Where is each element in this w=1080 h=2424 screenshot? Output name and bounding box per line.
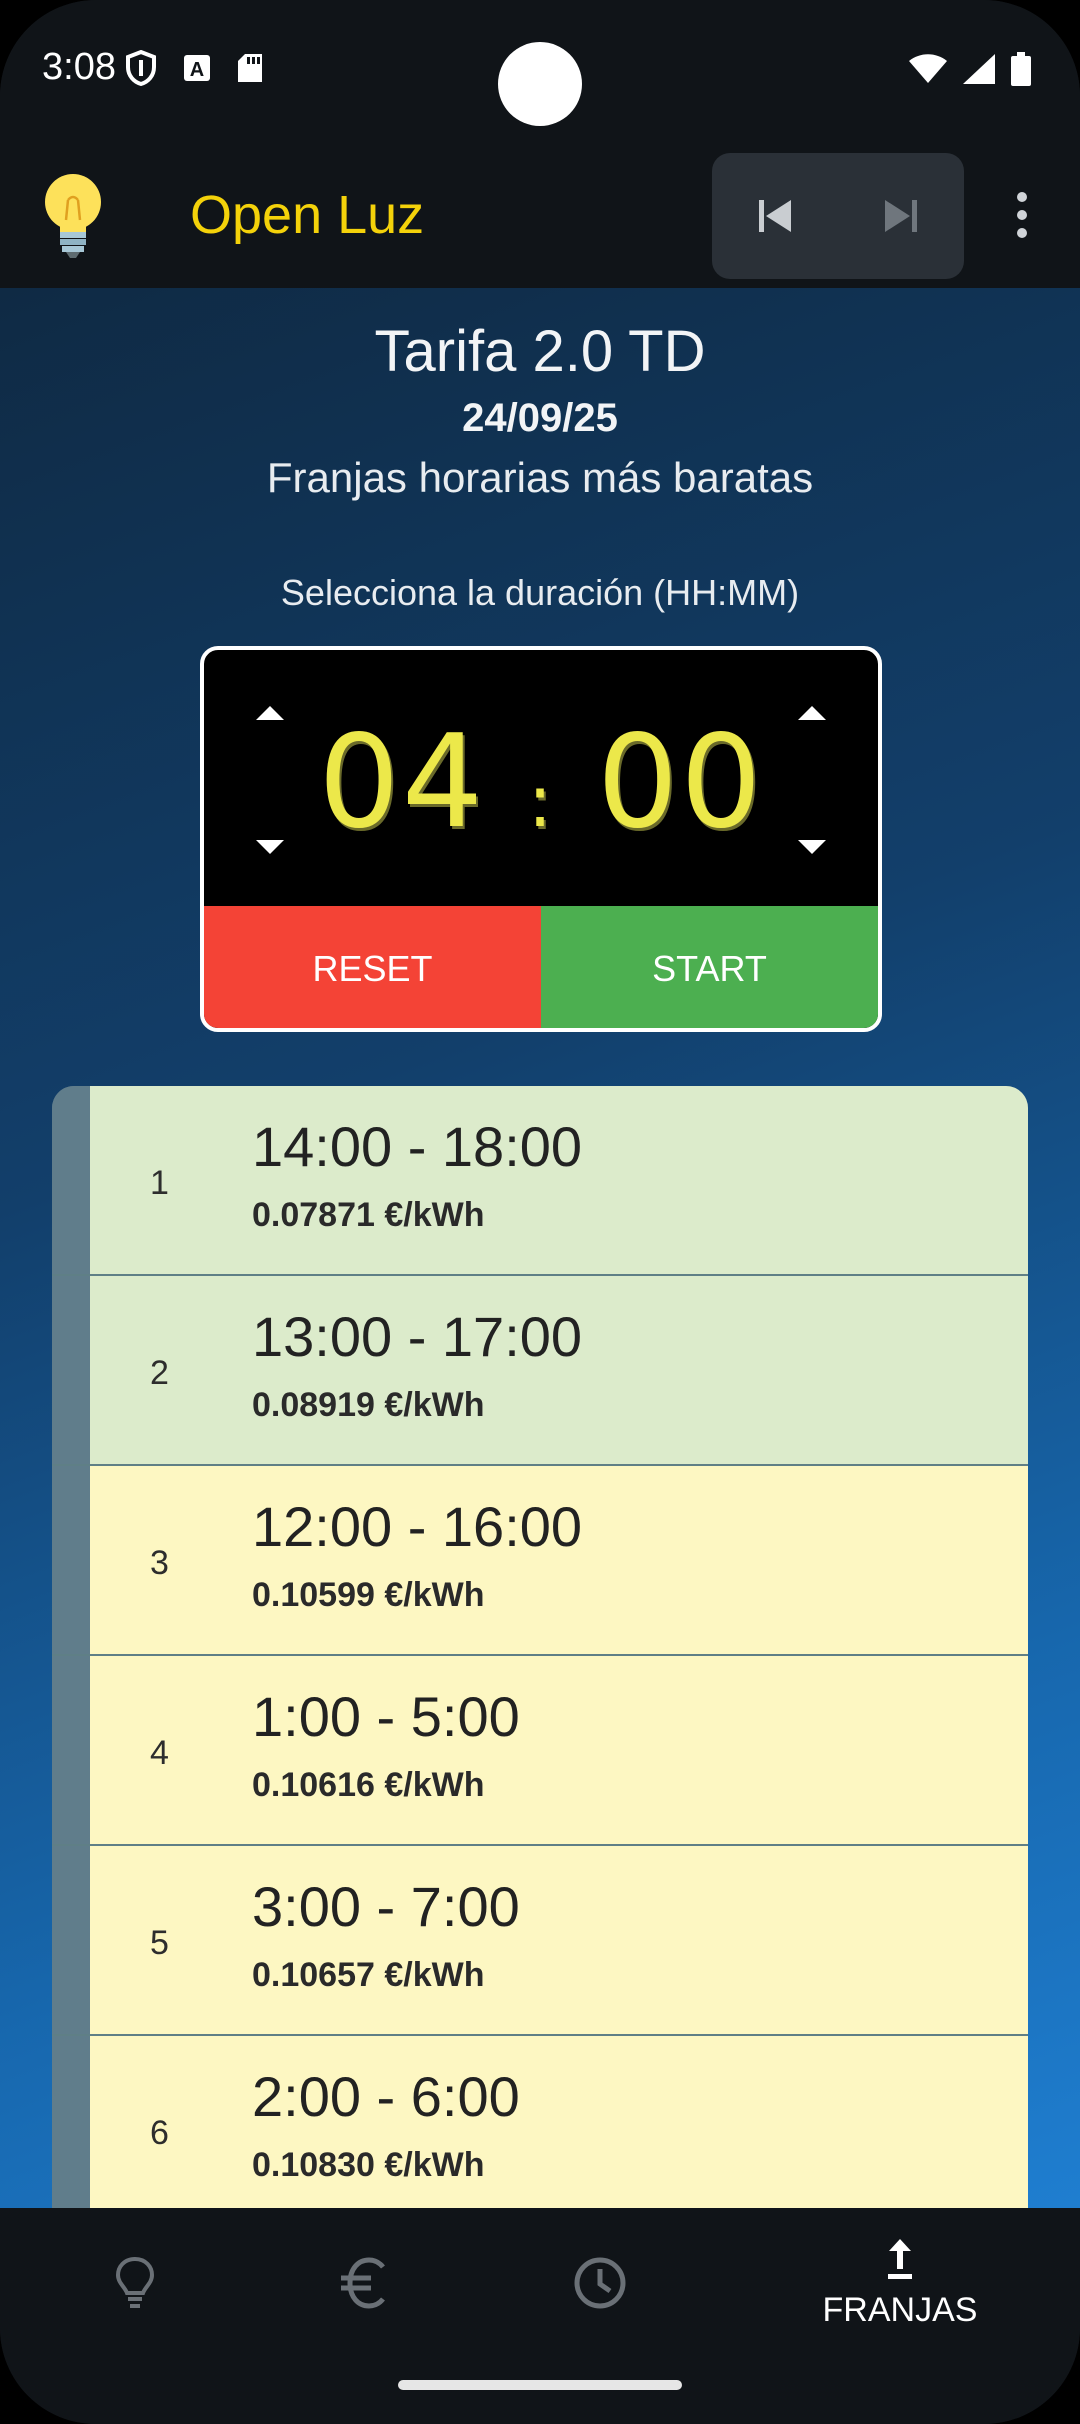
status-icons-left: A: [125, 50, 263, 86]
skip-previous-icon: [759, 200, 791, 232]
slot-time-range: 2:00 - 6:00: [252, 2065, 520, 2128]
tariff-title: Tarifa 2.0 TD: [374, 319, 706, 384]
home-indicator[interactable]: [398, 2380, 682, 2390]
minutes-down-arrow[interactable]: [798, 840, 826, 854]
slot-time-range: 13:00 - 17:00: [252, 1305, 583, 1368]
slot-rank: 6: [150, 2114, 169, 2152]
page-subtitle: Franjas horarias más baratas: [266, 454, 814, 501]
duration-display: 04 : 00: [304, 708, 778, 857]
svg-text:A: A: [190, 59, 204, 81]
date-navigation: [712, 153, 964, 279]
more-vert-icon: [1017, 192, 1027, 238]
slot-rank: 1: [150, 1164, 169, 1202]
time-slots-list[interactable]: 1 14:00 - 18:00 0.07871 €/kWh 2 13:00 - …: [52, 1086, 1028, 2208]
slot-body: 2 13:00 - 17:00 0.08919 €/kWh: [90, 1276, 1028, 1464]
slot-price: 0.10616 €/kWh: [252, 1766, 485, 1804]
previous-day-button[interactable]: [712, 153, 838, 279]
slot-price: 0.10657 €/kWh: [252, 1956, 485, 1994]
app-title: Open Luz: [190, 185, 425, 245]
lightbulb-icon: [115, 2256, 155, 2308]
camera-cutout: [498, 42, 582, 126]
tariff-date: 24/09/25: [462, 396, 618, 440]
upload-icon: [888, 2238, 912, 2279]
slot-time-range: 3:00 - 7:00: [252, 1875, 520, 1938]
lightbulb-logo-icon: [45, 174, 101, 258]
nav-item-prices[interactable]: [230, 2208, 500, 2358]
slot-rank: 3: [150, 1544, 169, 1582]
euro-icon: [341, 2257, 385, 2309]
slot-body: 1 14:00 - 18:00 0.07871 €/kWh: [90, 1086, 1028, 1274]
slot-accent-bar: [52, 2036, 90, 2208]
app-bar: Open Luz: [0, 150, 1080, 288]
slot-time-range: 1:00 - 5:00: [252, 1685, 520, 1748]
next-day-button[interactable]: [838, 153, 964, 279]
slot-body: 3 12:00 - 16:00 0.10599 €/kWh: [90, 1466, 1028, 1654]
status-time: 3:08: [42, 46, 116, 88]
nav-item-label: FRANJAS: [822, 2290, 978, 2329]
slot-row[interactable]: 5 3:00 - 7:00 0.10657 €/kWh: [52, 1846, 1028, 2036]
hours-up-arrow[interactable]: [256, 706, 284, 720]
slot-accent-bar: [52, 1656, 90, 1844]
hours-value[interactable]: 04: [318, 708, 485, 857]
nav-item-franjas[interactable]: FRANJAS: [765, 2208, 1035, 2358]
slot-time-range: 12:00 - 16:00: [252, 1495, 583, 1558]
reset-button[interactable]: RESET: [204, 906, 541, 1028]
slot-accent-bar: [52, 1276, 90, 1464]
skip-next-icon: [885, 200, 917, 232]
slot-price: 0.10599 €/kWh: [252, 1576, 485, 1614]
slot-price: 0.10830 €/kWh: [252, 2146, 485, 2184]
clock-icon: [574, 2257, 626, 2309]
hours-down-arrow[interactable]: [256, 840, 284, 854]
slot-accent-bar: [52, 1086, 90, 1274]
slot-row[interactable]: 2 13:00 - 17:00 0.08919 €/kWh: [52, 1276, 1028, 1466]
nav-item-schedule[interactable]: [465, 2208, 735, 2358]
slot-row[interactable]: 4 1:00 - 5:00 0.10616 €/kWh: [52, 1656, 1028, 1846]
duration-picker: 04 : 00 RESET START: [200, 646, 882, 1032]
phone-screen: 3:08 A Open Luz Tarifa 2.0 TD 24/09/25 F…: [0, 0, 1080, 2424]
slot-row[interactable]: 6 2:00 - 6:00 0.10830 €/kWh: [52, 2036, 1028, 2208]
slot-accent-bar: [52, 1846, 90, 2034]
start-button[interactable]: START: [541, 906, 878, 1028]
slot-row[interactable]: 3 12:00 - 16:00 0.10599 €/kWh: [52, 1466, 1028, 1656]
slot-row[interactable]: 1 14:00 - 18:00 0.07871 €/kWh: [52, 1086, 1028, 1276]
slot-price: 0.07871 €/kWh: [252, 1196, 485, 1234]
slot-rank: 4: [150, 1734, 169, 1772]
slot-rank: 5: [150, 1924, 169, 1962]
main-content[interactable]: Tarifa 2.0 TD 24/09/25 Franjas horarias …: [0, 288, 1080, 2208]
slot-price: 0.08919 €/kWh: [252, 1386, 485, 1424]
font-icon: A: [184, 55, 210, 81]
time-separator: :: [527, 759, 555, 843]
status-icons-right: [908, 52, 1032, 86]
minutes-value[interactable]: 00: [597, 708, 764, 857]
bottom-navigation: FRANJAS: [0, 2208, 1080, 2424]
slot-accent-bar: [52, 1466, 90, 1654]
sd-card-icon: [238, 54, 262, 82]
wifi-icon: [909, 54, 947, 83]
slot-time-range: 14:00 - 18:00: [252, 1115, 583, 1178]
shield-icon: [126, 50, 156, 86]
slot-body: 5 3:00 - 7:00 0.10657 €/kWh: [90, 1846, 1028, 2034]
slot-rank: 2: [150, 1354, 169, 1392]
status-bar: 3:08 A: [0, 0, 1080, 150]
signal-icon: [963, 54, 995, 84]
slot-body: 6 2:00 - 6:00 0.10830 €/kWh: [90, 2036, 1028, 2208]
more-options-button[interactable]: [1000, 185, 1044, 245]
duration-label: Selecciona la duración (HH:MM): [280, 572, 800, 613]
battery-icon: [1011, 52, 1031, 86]
minutes-up-arrow[interactable]: [798, 706, 826, 720]
slot-body: 4 1:00 - 5:00 0.10616 €/kWh: [90, 1656, 1028, 1844]
